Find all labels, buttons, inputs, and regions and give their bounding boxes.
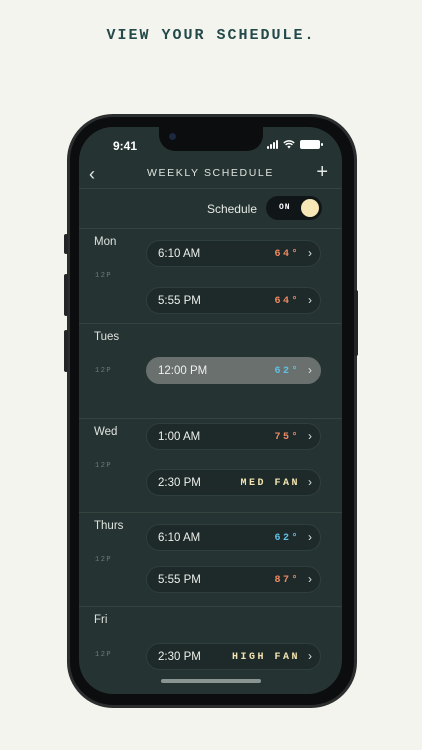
chevron-right-icon: ›	[308, 530, 312, 544]
event-time: 2:30 PM	[158, 477, 201, 489]
phone-screen: 9:41 ‹ WEEKLY SCHEDULE + Schedule ON Mon…	[79, 127, 342, 694]
chevron-right-icon: ›	[308, 293, 312, 307]
event-value: 62°	[274, 533, 300, 544]
schedule-event[interactable]: 6:10 AM 62° ›	[146, 524, 321, 551]
noon-marker: 12P	[95, 272, 113, 280]
volume-down-button	[64, 330, 68, 372]
event-value: 62°	[274, 366, 300, 377]
schedule-event-selected[interactable]: 12:00 PM 62° ›	[146, 357, 321, 384]
day-label: Wed	[94, 426, 118, 438]
event-time: 1:00 AM	[158, 431, 201, 443]
chevron-right-icon: ›	[308, 429, 312, 443]
volume-up-button	[64, 274, 68, 316]
schedule-event[interactable]: 2:30 PM HIGH FAN ›	[146, 643, 321, 670]
noon-marker: 12P	[95, 651, 113, 659]
day-section-wed: Wed 12P 1:00 AM 75° › 2:30 PM MED FAN ›	[79, 419, 342, 513]
event-time: 5:55 PM	[158, 574, 201, 586]
cellular-signal-icon	[267, 140, 278, 149]
wifi-icon	[283, 140, 295, 149]
schedule-event[interactable]: 1:00 AM 75° ›	[146, 423, 321, 450]
chevron-right-icon: ›	[308, 246, 312, 260]
event-time: 6:10 AM	[158, 248, 201, 260]
chevron-right-icon: ›	[308, 572, 312, 586]
event-time: 2:30 PM	[158, 651, 201, 663]
schedule-event[interactable]: 5:55 PM 87° ›	[146, 566, 321, 593]
day-label: Fri	[94, 614, 108, 626]
noon-marker: 12P	[95, 367, 113, 375]
chevron-right-icon: ›	[308, 649, 312, 663]
event-value: 64°	[274, 249, 300, 260]
battery-icon	[300, 140, 323, 149]
home-indicator	[161, 679, 261, 683]
toggle-state: ON	[279, 203, 291, 212]
schedule-toggle[interactable]: ON	[266, 196, 322, 220]
event-value: MED FAN	[240, 478, 300, 489]
event-time: 12:00 PM	[158, 365, 208, 377]
day-label: Tues	[94, 331, 120, 343]
navigation-bar: ‹ WEEKLY SCHEDULE +	[79, 161, 342, 189]
toggle-knob	[301, 199, 319, 217]
schedule-event[interactable]: 6:10 AM 64° ›	[146, 240, 321, 267]
power-button	[354, 290, 358, 356]
noon-marker: 12P	[95, 556, 113, 564]
chevron-right-icon: ›	[308, 475, 312, 489]
day-section-tues: Tues 12P 12:00 PM 62° ›	[79, 324, 342, 419]
plus-icon[interactable]: +	[316, 161, 328, 184]
day-section-thurs: Thurs 12P 6:10 AM 62° › 5:55 PM 87° ›	[79, 513, 342, 607]
status-icons	[267, 140, 323, 149]
schedule-event[interactable]: 5:55 PM 64° ›	[146, 287, 321, 314]
day-label: Mon	[94, 236, 117, 248]
event-value: HIGH FAN	[231, 652, 300, 663]
noon-marker: 12P	[95, 462, 113, 470]
schedule-event[interactable]: 2:30 PM MED FAN ›	[146, 469, 321, 496]
schedule-label: Schedule	[206, 202, 257, 216]
day-label: Thurs	[94, 520, 124, 532]
event-value: 75°	[274, 432, 300, 443]
event-value: 64°	[274, 296, 300, 307]
mute-switch	[64, 234, 68, 254]
day-section-mon: Mon 12P 6:10 AM 64° › 5:55 PM 64° ›	[79, 229, 342, 324]
event-time: 6:10 AM	[158, 532, 201, 544]
status-time: 9:41	[113, 139, 138, 153]
schedule-toggle-row: Schedule ON	[79, 189, 342, 229]
chevron-right-icon: ›	[308, 363, 312, 377]
camera-icon	[169, 133, 176, 140]
event-time: 5:55 PM	[158, 295, 201, 307]
event-value: 87°	[274, 575, 300, 586]
page-headline: VIEW YOUR SCHEDULE.	[106, 27, 316, 44]
page-title: WEEKLY SCHEDULE	[147, 167, 274, 179]
